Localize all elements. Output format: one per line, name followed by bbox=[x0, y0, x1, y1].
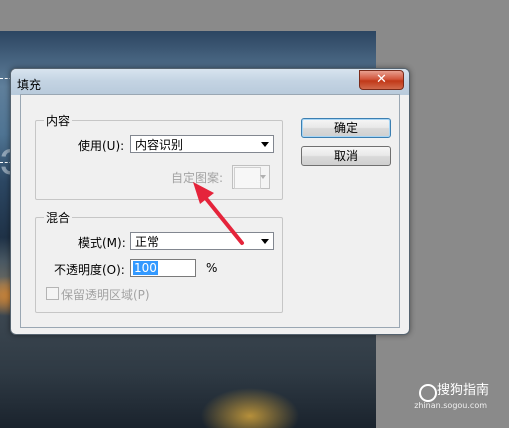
opacity-label: 不透明度(O): bbox=[54, 263, 125, 277]
blend-group: 混合 模式(M): 正常 不透明度(O): 100 % 保留透明区域(P) bbox=[35, 209, 283, 313]
content-group: 内容 使用(U): 内容识别 自定图案: bbox=[35, 112, 283, 200]
close-button[interactable]: ✕ bbox=[359, 70, 404, 90]
chevron-down-icon bbox=[261, 239, 269, 244]
watermark-text: 搜狗指南 bbox=[436, 383, 489, 398]
preserve-transparency-label: 保留透明区域(P) bbox=[61, 288, 150, 302]
chevron-down-icon bbox=[260, 175, 266, 179]
blend-group-label: 混合 bbox=[44, 209, 73, 226]
sogou-logo-icon bbox=[419, 384, 437, 402]
chevron-down-icon bbox=[261, 142, 269, 147]
opacity-input[interactable]: 100 bbox=[130, 259, 196, 277]
fill-dialog: 填充 ✕ 内容 使用(U): 内容识别 自定图案: 混合 模式(M): 正常 不… bbox=[10, 68, 410, 335]
dialog-title: 填充 bbox=[17, 78, 42, 92]
watermark-url: zhinan.sogou.com bbox=[414, 401, 487, 410]
mode-select-value: 正常 bbox=[135, 235, 160, 249]
use-select-value: 内容识别 bbox=[135, 138, 184, 152]
mode-label: 模式(M): bbox=[78, 236, 126, 250]
preserve-transparency-checkbox[interactable] bbox=[46, 287, 59, 300]
custom-pattern-picker[interactable] bbox=[232, 165, 270, 189]
use-label: 使用(U): bbox=[78, 139, 125, 153]
mode-select[interactable]: 正常 bbox=[130, 232, 274, 250]
dialog-body: 内容 使用(U): 内容识别 自定图案: 混合 模式(M): 正常 不透明度(O… bbox=[20, 94, 400, 328]
custom-pattern-label: 自定图案: bbox=[171, 171, 224, 185]
opacity-unit: % bbox=[206, 261, 218, 275]
ok-button[interactable]: 确定 bbox=[301, 118, 391, 138]
content-group-label: 内容 bbox=[44, 112, 73, 129]
pattern-swatch bbox=[234, 167, 261, 189]
cancel-button[interactable]: 取消 bbox=[301, 146, 391, 166]
use-select[interactable]: 内容识别 bbox=[130, 135, 274, 153]
close-icon: ✕ bbox=[376, 72, 387, 87]
opacity-value: 100 bbox=[133, 261, 158, 275]
